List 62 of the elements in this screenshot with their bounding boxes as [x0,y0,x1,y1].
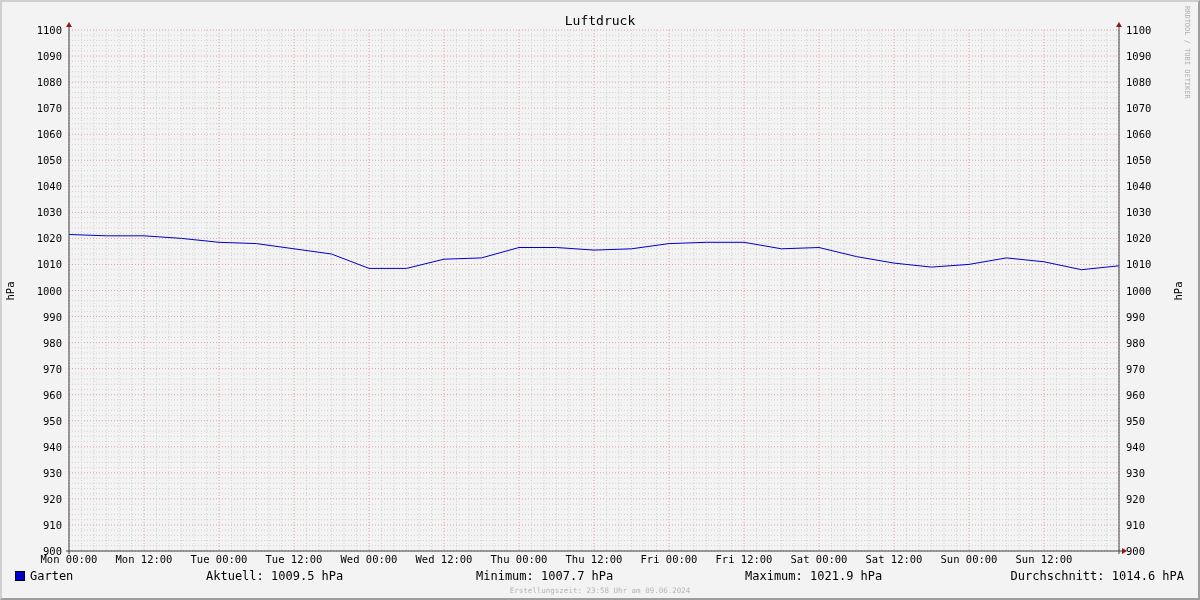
x-tick-label: Sun 00:00 [940,553,998,565]
y-tick-label: 1060 [1126,128,1152,141]
y-tick-label: 1040 [36,180,62,193]
y-tick-label: 1050 [36,154,62,167]
x-tick-label: Sun 12:00 [1015,553,1073,565]
y-tick-label: 1060 [36,128,62,141]
y-tick-label: 1090 [36,50,62,63]
y-tick-label: 910 [43,518,62,531]
y-axis-title: hPa [4,281,16,301]
y-tick-label: 920 [1126,492,1145,505]
y-tick-label: 1040 [1126,180,1152,193]
y-tick-label: 1070 [36,102,62,115]
x-tick-label: Mon 12:00 [115,553,173,565]
x-tick-label: Wed 12:00 [415,553,473,565]
y-tick-label: 1020 [1126,232,1152,245]
y-tick-label: 1000 [36,284,62,297]
y-tick-label: 1010 [36,258,62,271]
y-axis-title: hPa [1172,281,1184,301]
y-tick-label: 1000 [1126,284,1152,297]
y-tick-label: 990 [1126,310,1145,323]
x-tick-label: Wed 00:00 [340,553,398,565]
x-tick-label: Fri 00:00 [640,553,698,565]
y-tick-label: 1090 [1126,50,1152,63]
y-tick-label: 1030 [1126,206,1152,219]
y-tick-label: 1070 [1126,102,1152,115]
y-tick-label: 910 [1126,518,1145,531]
y-tick-label: 970 [1126,362,1145,375]
legend-stat: Aktuell: 1009.5 hPa [206,569,345,583]
x-tick-label: Sat 12:00 [865,553,923,565]
y-tick-label: 900 [1126,545,1145,557]
y-tick-label: 960 [43,388,62,401]
y-tick-label: 1050 [1126,154,1152,167]
y-tick-label: 1080 [36,76,62,89]
y-tick-label: 1080 [1126,76,1152,89]
y-tick-label: 940 [43,440,62,453]
legend-stat: Durchschnitt: 1014.6 hPA [1010,569,1184,583]
x-tick-label: Tue 00:00 [190,553,248,565]
y-tick-label: 950 [1126,414,1145,427]
legend-stat: Maximum: 1021.9 hPa [745,569,884,583]
y-tick-label: 930 [1126,466,1145,479]
y-tick-label: 960 [1126,388,1145,401]
y-tick-label: 1020 [36,232,62,245]
y-tick-label: 1100 [36,24,62,36]
x-tick-label: Sat 00:00 [790,553,848,565]
y-tick-label: 980 [43,336,62,349]
y-tick-label: 990 [43,310,62,323]
legend-label: Garten [30,569,74,583]
y-tick-label: 930 [43,466,62,479]
y-tick-label: 970 [43,362,62,375]
y-tick-label: 940 [1126,440,1145,453]
x-tick-label: Tue 12:00 [265,553,323,565]
y-tick-label: 1100 [1126,24,1152,36]
chart-title: Luftdruck [564,13,636,28]
y-tick-label: 1030 [36,206,62,219]
legend-stat: Minimum: 1007.7 hPa [476,569,615,583]
y-tick-label: 1010 [1126,258,1152,271]
y-tick-label: 950 [43,414,62,427]
y-tick-label: 920 [43,492,62,505]
y-tick-label: 980 [1126,336,1145,349]
x-tick-label: Thu 12:00 [565,553,623,565]
x-tick-label: Thu 00:00 [490,553,548,565]
x-tick-label: Fri 12:00 [715,553,773,565]
